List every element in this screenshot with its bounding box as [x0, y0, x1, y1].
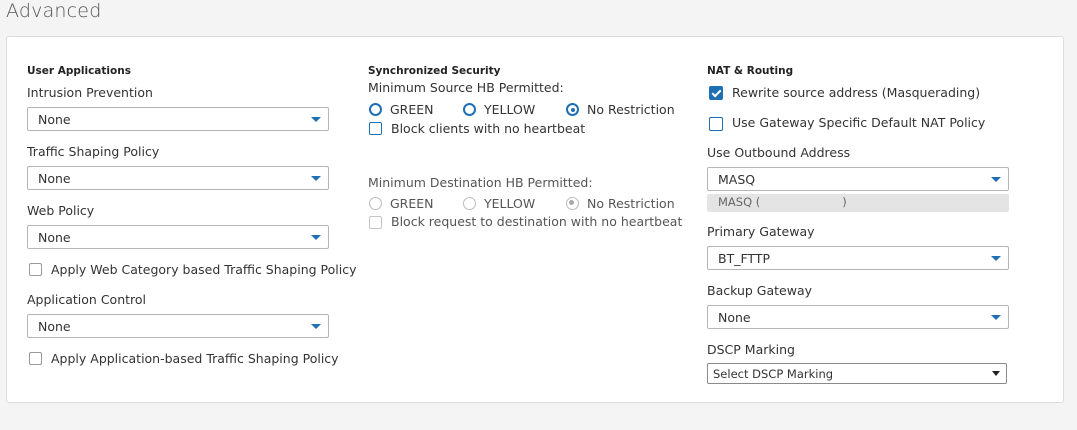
backup-gateway-select[interactable]: None	[707, 305, 1009, 329]
min-destination-yellow-radio[interactable]	[463, 197, 476, 210]
dscp-marking-value: Select DSCP Marking	[713, 367, 834, 381]
min-source-green-radio[interactable]	[369, 103, 382, 116]
application-control-value: None	[38, 319, 71, 334]
min-source-no-restriction-radio[interactable]	[566, 103, 579, 116]
app-based-shaping-checkbox[interactable]	[29, 352, 42, 365]
outbound-address-value: MASQ	[718, 172, 756, 187]
page-title: Advanced	[6, 0, 102, 22]
nat-routing-heading: NAT & Routing	[707, 65, 794, 77]
min-destination-hb-label: Minimum Destination HB Permitted:	[368, 175, 593, 190]
chevron-down-icon	[991, 177, 1001, 182]
app-based-shaping-label: Apply Application-based Traffic Shaping …	[51, 351, 339, 366]
backup-gateway-value: None	[718, 310, 751, 325]
min-destination-no-restriction-radio[interactable]	[566, 197, 579, 210]
rewrite-source-label: Rewrite source address (Masquerading)	[732, 85, 981, 100]
rewrite-source-checkbox[interactable]	[709, 86, 723, 100]
chevron-down-icon	[311, 176, 321, 181]
outbound-address-detail: MASQ ()	[707, 194, 1009, 212]
web-policy-select[interactable]: None	[27, 225, 329, 249]
web-category-shaping-label: Apply Web Category based Traffic Shaping…	[51, 262, 357, 277]
application-control-select[interactable]: None	[27, 314, 329, 338]
backup-gateway-label: Backup Gateway	[707, 283, 813, 298]
traffic-shaping-label: Traffic Shaping Policy	[27, 144, 160, 159]
min-destination-green-label: GREEN	[390, 196, 434, 211]
web-policy-label: Web Policy	[27, 203, 95, 218]
traffic-shaping-value: None	[38, 171, 71, 186]
block-request-label: Block request to destination with no hea…	[391, 214, 683, 229]
synchronized-security-heading: Synchronized Security	[368, 65, 501, 77]
outbound-address-label: Use Outbound Address	[707, 145, 851, 160]
min-source-yellow-radio[interactable]	[463, 103, 476, 116]
web-policy-value: None	[38, 230, 71, 245]
min-source-yellow-label: YELLOW	[484, 102, 536, 117]
user-applications-heading: User Applications	[27, 65, 131, 77]
gateway-nat-checkbox[interactable]	[709, 117, 723, 131]
block-request-checkbox[interactable]	[369, 216, 382, 229]
min-destination-green-radio[interactable]	[369, 197, 382, 210]
min-destination-no-restriction-label: No Restriction	[587, 196, 675, 211]
intrusion-prevention-label: Intrusion Prevention	[27, 85, 153, 100]
intrusion-prevention-value: None	[38, 112, 71, 127]
primary-gateway-select[interactable]: BT_FTTP	[707, 246, 1009, 270]
application-control-label: Application Control	[27, 292, 147, 307]
block-clients-checkbox[interactable]	[369, 122, 382, 135]
chevron-down-icon	[992, 371, 1000, 376]
min-source-green-label: GREEN	[390, 102, 434, 117]
web-category-shaping-checkbox[interactable]	[29, 263, 42, 276]
outbound-address-detail-suffix: )	[842, 195, 847, 209]
chevron-down-icon	[311, 324, 321, 329]
chevron-down-icon	[311, 235, 321, 240]
primary-gateway-value: BT_FTTP	[718, 251, 771, 266]
chevron-down-icon	[991, 315, 1001, 320]
advanced-panel: User Applications Intrusion Prevention N…	[6, 36, 1064, 403]
dscp-marking-label: DSCP Marking	[707, 342, 795, 357]
chevron-down-icon	[311, 117, 321, 122]
gateway-nat-label: Use Gateway Specific Default NAT Policy	[732, 115, 986, 130]
traffic-shaping-select[interactable]: None	[27, 166, 329, 190]
outbound-address-select[interactable]: MASQ	[707, 167, 1009, 191]
chevron-down-icon	[991, 256, 1001, 261]
block-clients-label: Block clients with no heartbeat	[391, 121, 586, 136]
primary-gateway-label: Primary Gateway	[707, 224, 815, 239]
min-source-hb-label: Minimum Source HB Permitted:	[368, 80, 564, 95]
dscp-marking-select[interactable]: Select DSCP Marking	[707, 363, 1007, 384]
min-destination-yellow-label: YELLOW	[484, 196, 536, 211]
min-source-no-restriction-label: No Restriction	[587, 102, 675, 117]
intrusion-prevention-select[interactable]: None	[27, 107, 329, 131]
redacted-address	[760, 196, 843, 209]
outbound-address-detail-prefix: MASQ (	[718, 195, 761, 209]
